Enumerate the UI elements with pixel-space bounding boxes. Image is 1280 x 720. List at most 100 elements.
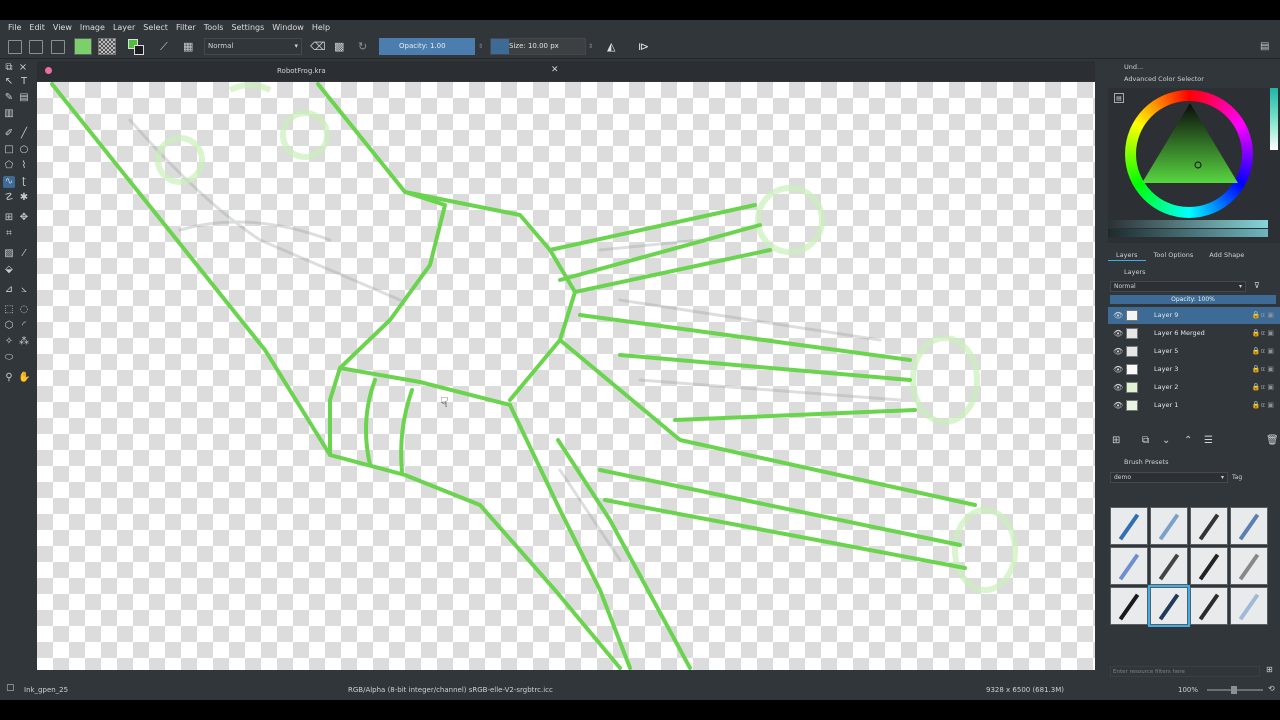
size-spin-icon[interactable]: ⇕ bbox=[588, 38, 596, 55]
brush-preset[interactable] bbox=[1110, 547, 1148, 585]
layer-flags-icon[interactable]: 🔒α ▣ bbox=[1252, 325, 1274, 342]
toolbox-close-icon[interactable]: × bbox=[17, 62, 29, 74]
document-tab[interactable]: RobotFrog.kra ✕ bbox=[37, 61, 1095, 81]
add-layer-icon[interactable]: ⊞ bbox=[1112, 435, 1120, 446]
menu-tools[interactable]: Tools bbox=[200, 23, 228, 32]
menu-filter[interactable]: Filter bbox=[172, 23, 200, 32]
freehand-brush-tool-icon[interactable]: ✐ bbox=[3, 128, 15, 140]
ellipse-tool-icon[interactable]: ○ bbox=[18, 144, 30, 156]
brush-preset[interactable] bbox=[1110, 507, 1148, 545]
polygon-tool-icon[interactable]: ⬠ bbox=[3, 160, 15, 172]
layer-row[interactable]: 👁 Layer 6 Merged 🔒α ▣ bbox=[1108, 325, 1280, 342]
menu-select[interactable]: Select bbox=[139, 23, 172, 32]
drawing-canvas[interactable]: ☟ bbox=[37, 82, 1095, 670]
select-shapes-tool-icon[interactable]: ↖ bbox=[3, 76, 15, 88]
menu-settings[interactable]: Settings bbox=[227, 23, 268, 32]
edit-shapes-tool-icon[interactable]: ✎ bbox=[3, 92, 15, 104]
layer-flags-icon[interactable]: 🔒α ▣ bbox=[1252, 379, 1274, 396]
brush-preset[interactable] bbox=[1190, 507, 1228, 545]
brush-preset[interactable] bbox=[1150, 547, 1188, 585]
brush-preset[interactable] bbox=[1150, 507, 1188, 545]
brush-preset[interactable] bbox=[1110, 587, 1148, 625]
mirror-horizontal-icon[interactable]: ◭ bbox=[607, 38, 625, 55]
transform-tool-icon[interactable]: ⊞ bbox=[3, 212, 15, 224]
zoom-tool-icon[interactable]: ⚲ bbox=[3, 372, 15, 384]
preserve-alpha-icon[interactable]: ▩ bbox=[334, 38, 348, 55]
layer-flags-icon[interactable]: 🔒α ▣ bbox=[1252, 397, 1274, 414]
freehand-select-tool-icon[interactable]: ◜ bbox=[18, 320, 30, 332]
rectangle-tool-icon[interactable]: □ bbox=[3, 144, 15, 156]
brush-tag-button[interactable]: Tag bbox=[1232, 472, 1262, 483]
dynamic-brush-tool-icon[interactable]: ☡ bbox=[3, 192, 15, 204]
visibility-eye-icon[interactable]: 👁 bbox=[1113, 307, 1123, 324]
menu-view[interactable]: View bbox=[49, 23, 76, 32]
brush-presets-grid-icon[interactable]: ▦ bbox=[183, 38, 197, 55]
bezier-tool-icon[interactable]: ∿ bbox=[3, 176, 15, 188]
delete-layer-icon[interactable]: 🗑 bbox=[1266, 435, 1279, 446]
menu-layer[interactable]: Layer bbox=[109, 23, 139, 32]
rotation-icon[interactable]: ⟲ bbox=[1268, 684, 1275, 693]
layer-blend-select[interactable]: Normal ▾ bbox=[1110, 281, 1246, 292]
blend-mode-select[interactable]: Normal ▾ bbox=[204, 38, 302, 55]
brush-preset[interactable] bbox=[1148, 585, 1190, 627]
gradient-fill-tool-icon[interactable]: ▨ bbox=[3, 248, 15, 260]
resource-filter-input[interactable]: Enter resource filters here bbox=[1110, 666, 1260, 677]
visibility-eye-icon[interactable]: 👁 bbox=[1113, 397, 1123, 414]
import-resource-icon[interactable]: ⊞ bbox=[1266, 665, 1273, 674]
crop-tool-icon[interactable]: ⌗ bbox=[3, 228, 15, 240]
calligraphy-tool-icon[interactable]: ▤ bbox=[18, 92, 30, 104]
size-slider[interactable]: Size: 10.00 px bbox=[490, 38, 586, 55]
tab-tool-options[interactable]: Tool Options bbox=[1146, 249, 1202, 261]
move-layer-up-icon[interactable]: ⌃ bbox=[1184, 435, 1192, 446]
measure-tool-icon[interactable]: ⦣ bbox=[18, 284, 30, 296]
polygon-select-tool-icon[interactable]: ⬡ bbox=[3, 320, 15, 332]
layer-row[interactable]: 👁 Layer 9 🔒α ▣ bbox=[1108, 307, 1280, 324]
open-document-icon[interactable] bbox=[29, 40, 43, 54]
opacity-slider[interactable]: Opacity: 1.00 bbox=[379, 38, 475, 55]
brush-editor-icon[interactable]: ⟋ bbox=[160, 38, 174, 55]
freehand-path-tool-icon[interactable]: ʈ bbox=[18, 176, 30, 188]
brush-preset[interactable] bbox=[1190, 547, 1228, 585]
multibrush-tool-icon[interactable]: ✱ bbox=[18, 192, 30, 204]
menu-window[interactable]: Window bbox=[268, 23, 308, 32]
layer-flags-icon[interactable]: 🔒α ▣ bbox=[1252, 343, 1274, 360]
assistant-tool-icon[interactable]: ⊿ bbox=[3, 284, 15, 296]
gradient-swatch[interactable] bbox=[74, 38, 92, 55]
brush-preset[interactable] bbox=[1230, 507, 1268, 545]
mirror-vertical-icon[interactable]: ⧐ bbox=[638, 38, 656, 55]
zoom-slider[interactable] bbox=[1207, 686, 1263, 694]
horizontal-scrollbar[interactable] bbox=[37, 670, 1095, 678]
advanced-color-selector[interactable]: ▤ bbox=[1108, 88, 1280, 243]
polyline-tool-icon[interactable]: ⌇ bbox=[18, 160, 30, 172]
reload-preset-icon[interactable]: ↻ bbox=[358, 38, 372, 55]
layer-flags-icon[interactable]: 🔒α ▣ bbox=[1252, 307, 1274, 324]
layer-row[interactable]: 👁 Layer 1 🔒α ▣ bbox=[1108, 397, 1280, 414]
brush-preset[interactable] bbox=[1230, 587, 1268, 625]
zoom-slider-handle[interactable] bbox=[1231, 686, 1237, 694]
layer-row[interactable]: 👁 Layer 5 🔒α ▣ bbox=[1108, 343, 1280, 360]
current-brush-name[interactable]: Ink_gpen_25 bbox=[24, 686, 68, 694]
vertical-scrollbar[interactable] bbox=[1095, 82, 1105, 675]
tab-add-shape[interactable]: Add Shape bbox=[1201, 249, 1252, 261]
brush-preset[interactable] bbox=[1230, 547, 1268, 585]
menu-image[interactable]: Image bbox=[76, 23, 109, 32]
contiguous-select-tool-icon[interactable]: ✧ bbox=[3, 336, 15, 348]
toolbox-float-icon[interactable]: ⧉ bbox=[3, 62, 15, 74]
close-document-icon[interactable]: ✕ bbox=[551, 65, 559, 75]
common-colors-bar[interactable] bbox=[1108, 229, 1268, 237]
gradient-tool-icon[interactable]: ▥ bbox=[3, 108, 15, 120]
layer-row[interactable]: 👁 Layer 3 🔒α ▣ bbox=[1108, 361, 1280, 378]
brush-tag-select[interactable]: demo ▾ bbox=[1110, 472, 1228, 483]
visibility-eye-icon[interactable]: 👁 bbox=[1113, 361, 1123, 378]
tab-layers[interactable]: Layers bbox=[1108, 249, 1146, 261]
layer-filter-icon[interactable]: ⊽ bbox=[1254, 281, 1268, 292]
menu-edit[interactable]: Edit bbox=[25, 23, 49, 32]
layer-opacity-slider[interactable]: Opacity: 100% bbox=[1110, 295, 1276, 304]
fill-tool-icon[interactable]: ⬙ bbox=[3, 264, 15, 276]
saturation-value-triangle[interactable] bbox=[1142, 103, 1238, 185]
color-selector-settings-icon[interactable]: ▤ bbox=[1114, 93, 1124, 103]
color-history-bar[interactable] bbox=[1108, 220, 1268, 228]
visibility-eye-icon[interactable]: 👁 bbox=[1113, 379, 1123, 396]
move-layer-down-icon[interactable]: ⌄ bbox=[1162, 435, 1170, 446]
move-tool-icon[interactable]: ✥ bbox=[18, 212, 30, 224]
